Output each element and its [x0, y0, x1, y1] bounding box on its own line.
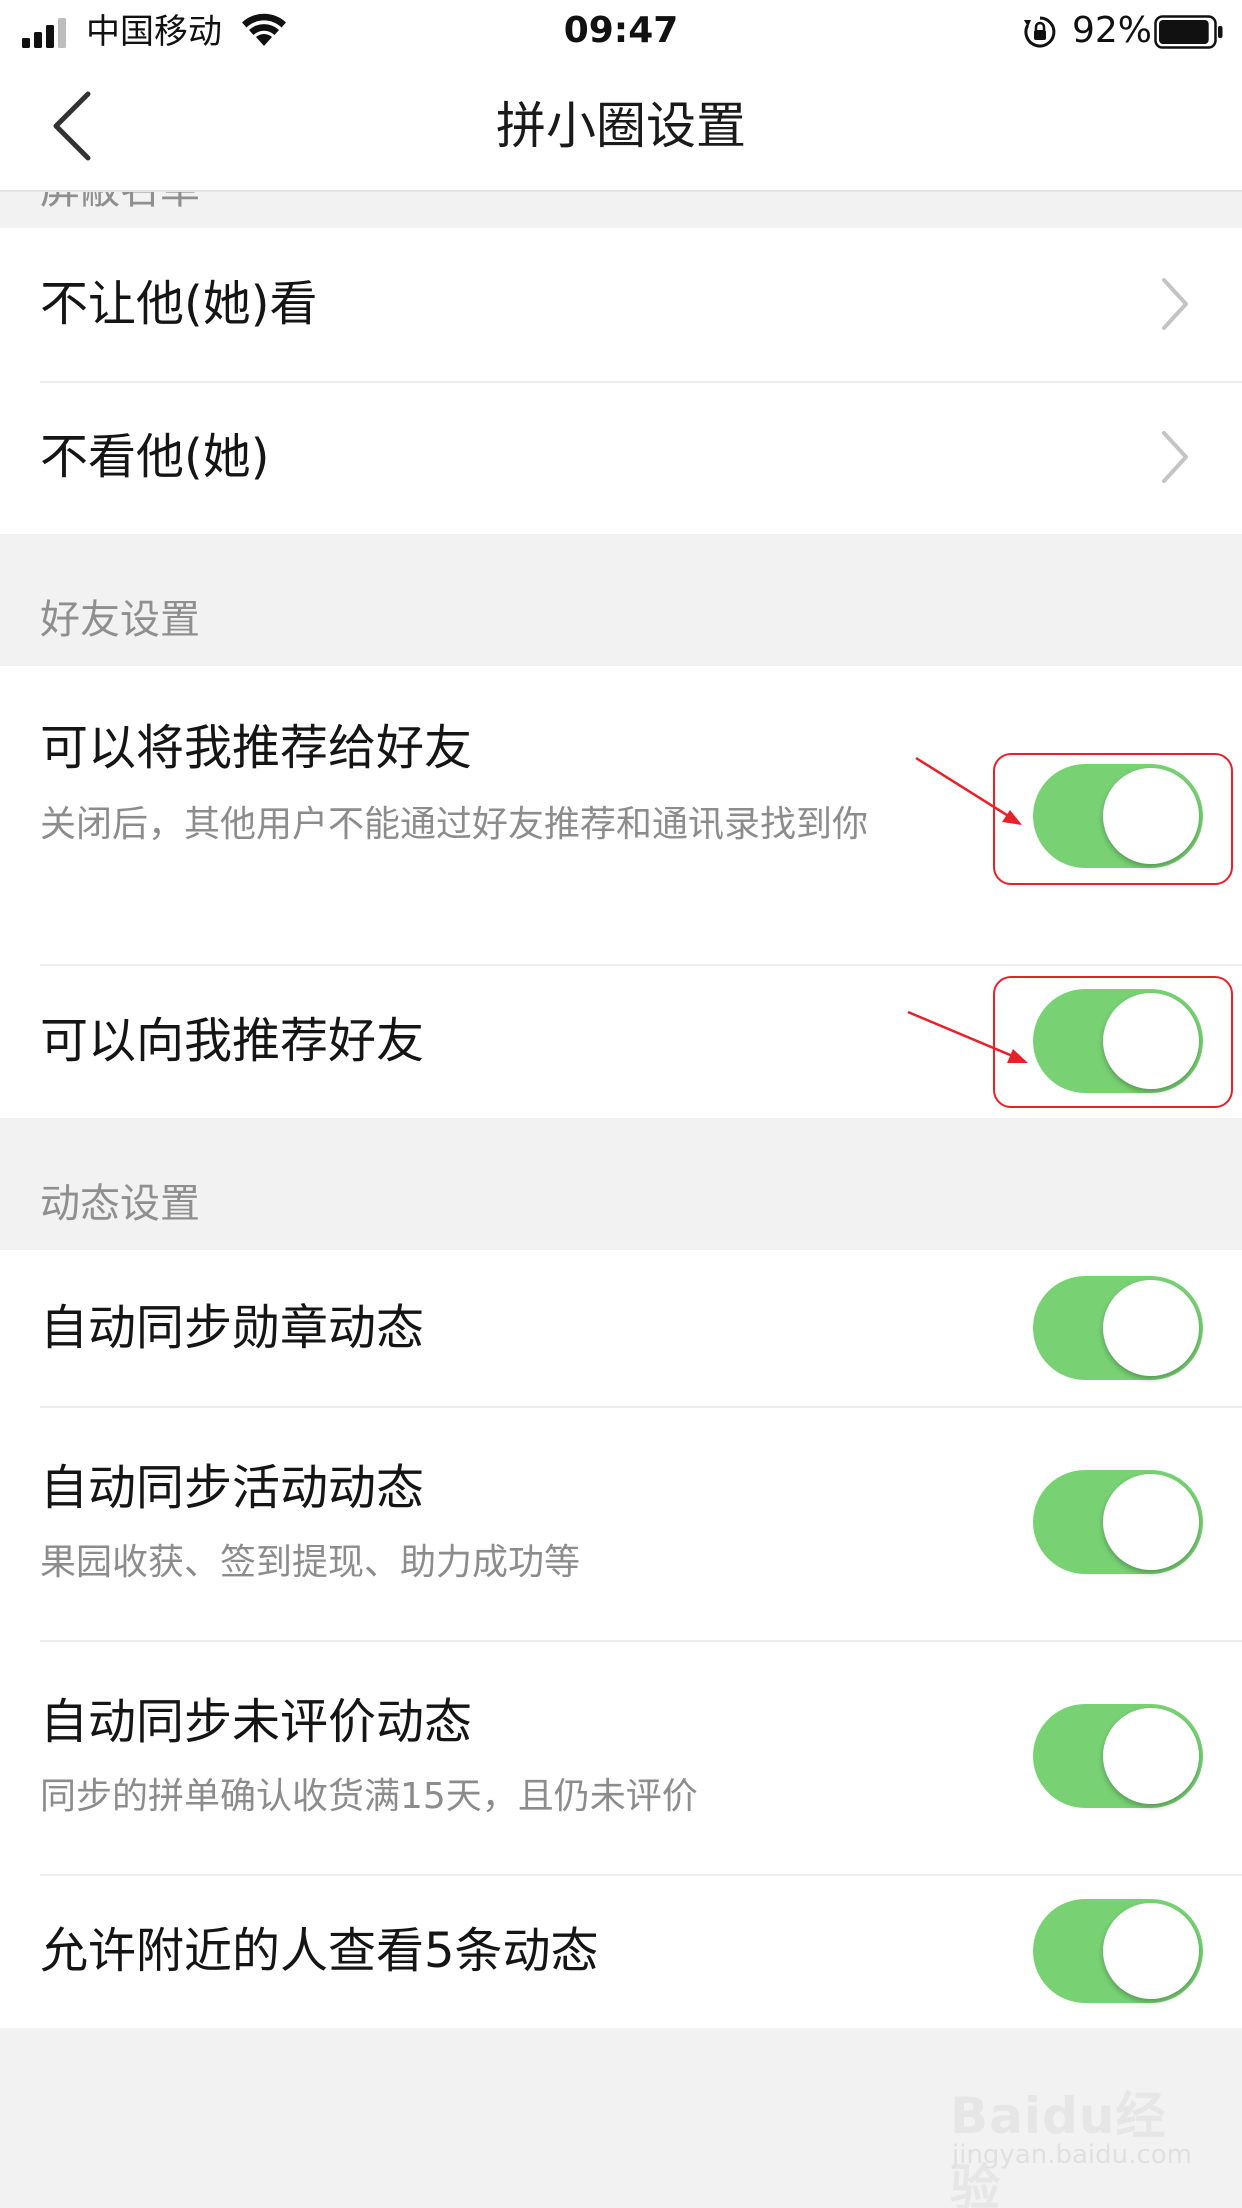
list-item-label: 自动同步未评价动态 — [40, 1694, 473, 1750]
feed-settings-group: 自动同步勋章动态 自动同步活动动态 果园收获、签到提现、助力成功等 自动同步未评… — [0, 1250, 1242, 2028]
list-item-label: 可以向我推荐好友 — [40, 1013, 425, 1069]
annotation-arrow-icon — [907, 1010, 1028, 1063]
toggle-knob — [1103, 1474, 1199, 1570]
page-title: 拼小圈设置 — [496, 97, 746, 155]
list-item-hide-from[interactable]: 不让他(她)看 — [0, 228, 1242, 381]
toggle-knob — [1103, 1280, 1199, 1376]
baidu-watermark: Baidu经验 jingyan.baidu.com — [950, 2076, 1192, 2208]
sync-activities-toggle[interactable] — [1033, 1470, 1203, 1574]
block-list-section-header: 屏蔽名单 — [0, 192, 1242, 228]
list-item-hide-their[interactable]: 不看他(她) — [0, 381, 1242, 534]
list-item-label: 可以将我推荐给好友 — [40, 720, 473, 776]
list-item-label: 自动同步勋章动态 — [40, 1300, 425, 1356]
nearby-view-toggle[interactable] — [1033, 1899, 1203, 2003]
list-item-sync-badges: 自动同步勋章动态 — [0, 1250, 1242, 1406]
sync-unreviewed-toggle[interactable] — [1033, 1704, 1203, 1808]
block-list-group: 不让他(她)看 不看他(她) — [0, 228, 1242, 534]
list-item-label: 自动同步活动动态 — [40, 1460, 425, 1516]
battery-percentage: 92% — [1072, 10, 1153, 51]
navigation-bar: 拼小圈设置 — [0, 64, 1242, 192]
list-item-label: 不让他(她)看 — [40, 276, 318, 332]
battery-icon — [1154, 15, 1223, 49]
toggle-knob — [1103, 1903, 1199, 1999]
settings-page: 中国移动 09:47 92% 拼小圈设置 屏蔽名单 — [0, 0, 1242, 2208]
sync-badges-toggle[interactable] — [1033, 1276, 1203, 1380]
list-item-nearby-view: 允许附近的人查看5条动态 — [0, 1874, 1242, 2028]
list-item-sync-activities: 自动同步活动动态 果园收获、签到提现、助力成功等 — [0, 1406, 1242, 1640]
watermark-url: jingyan.baidu.com — [952, 2140, 1192, 2170]
annotation-arrow-icon — [915, 756, 1022, 825]
list-item-label: 不看他(她) — [40, 429, 270, 485]
feed-settings-header: 动态设置 — [40, 1181, 200, 1227]
list-item-description: 关闭后，其他用户不能通过好友推荐和通讯录找到你 — [40, 804, 869, 845]
list-item-description: 同步的拼单确认收货满15天，且仍未评价 — [40, 1776, 698, 1817]
status-bar: 中国移动 09:47 92% — [0, 0, 1242, 64]
chevron-right-icon — [1162, 278, 1188, 330]
chevron-right-icon — [1162, 431, 1188, 483]
list-item-sync-unreviewed: 自动同步未评价动态 同步的拼单确认收货满15天，且仍未评价 — [0, 1640, 1242, 1874]
rotation-lock-icon — [1024, 16, 1056, 48]
list-item-label: 允许附近的人查看5条动态 — [40, 1923, 599, 1979]
toggle-knob — [1103, 1708, 1199, 1804]
friend-settings-header: 好友设置 — [40, 597, 200, 643]
list-item-description: 果园收获、签到提现、助力成功等 — [40, 1542, 581, 1583]
